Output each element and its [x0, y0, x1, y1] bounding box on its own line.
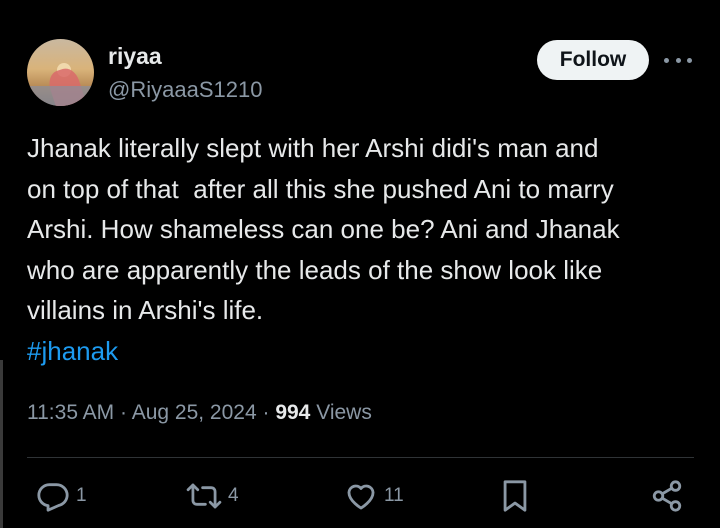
reply-count: 1 [76, 485, 87, 506]
tweet-text: Jhanak literally slept with her Arshi di… [27, 133, 620, 325]
retweet-icon [186, 483, 222, 509]
avatar[interactable] [27, 39, 94, 106]
like-button[interactable]: 11 [344, 478, 404, 514]
hashtag-link[interactable]: #jhanak [27, 331, 118, 371]
reply-icon [37, 483, 69, 512]
share-icon [652, 480, 682, 512]
tweet-time[interactable]: 11:35 AM [27, 401, 114, 424]
meta-separator: · [120, 401, 132, 424]
retweet-count: 4 [228, 485, 239, 506]
tweet-date[interactable]: Aug 25, 2024 [132, 401, 257, 424]
share-button[interactable] [650, 478, 684, 514]
meta-separator: · [262, 401, 276, 424]
bookmark-icon [503, 480, 527, 512]
avatar-ground [27, 86, 94, 106]
tweet-detail: riyaa @RiyaaaS1210 Follow Jhanak literal… [0, 0, 720, 528]
views-count: 994 [275, 401, 311, 424]
divider [27, 457, 694, 458]
like-count: 11 [384, 485, 404, 506]
user-handle[interactable]: @RiyaaaS1210 [108, 76, 262, 104]
tweet-meta: 11:35 AM · Aug 25, 2024 · 994 Views [27, 398, 372, 428]
dot [675, 57, 681, 63]
dot [664, 57, 669, 63]
scroll-edge [0, 360, 3, 528]
views-label: Views [316, 401, 372, 424]
reply-button[interactable]: 1 [36, 478, 87, 514]
retweet-button[interactable]: 4 [186, 478, 239, 514]
display-name[interactable]: riyaa [108, 42, 162, 70]
bookmark-button[interactable] [500, 478, 530, 514]
dot [687, 57, 692, 63]
heart-icon [347, 484, 375, 510]
follow-button[interactable]: Follow [537, 40, 649, 80]
more-dots-icon[interactable] [664, 48, 692, 72]
